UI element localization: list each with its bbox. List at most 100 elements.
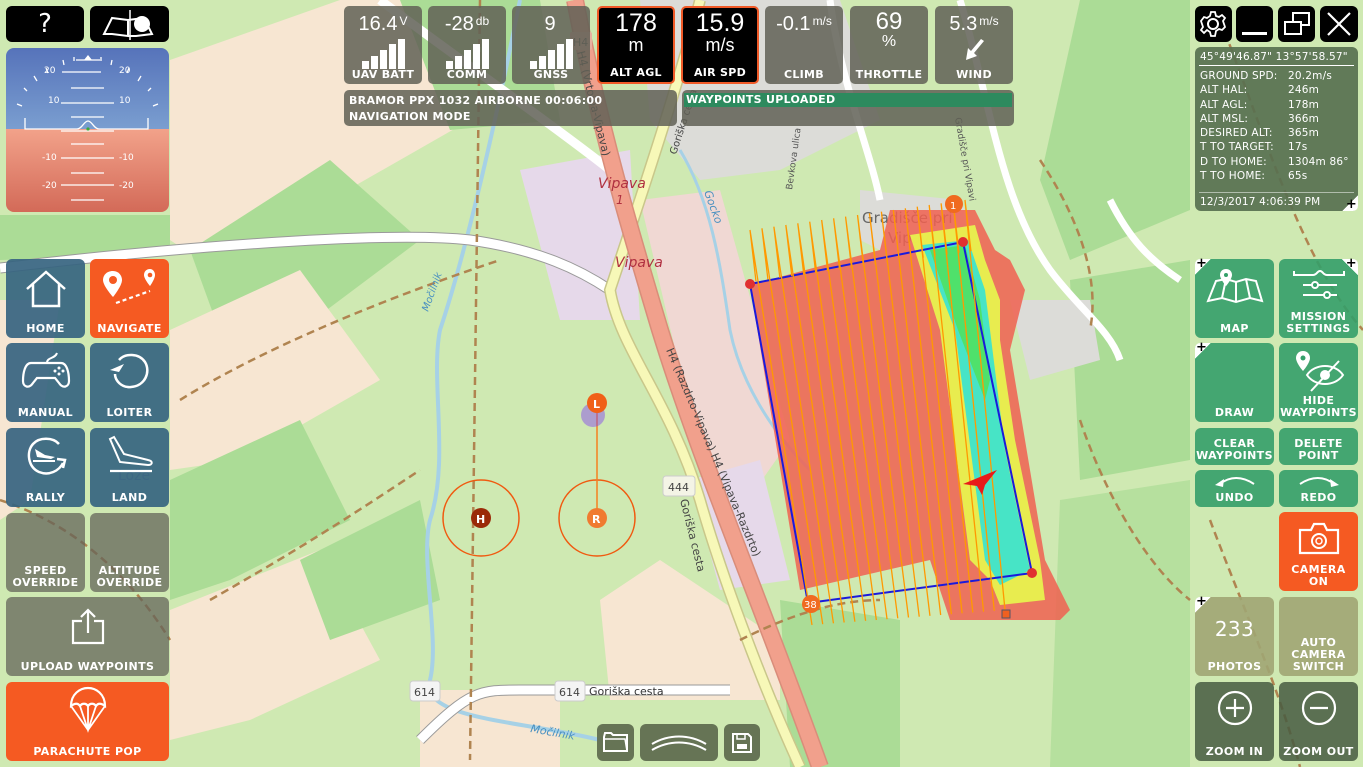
restore-button[interactable] — [1278, 6, 1315, 42]
altitude-override-button[interactable]: ALTITUDE OVERRIDE — [90, 513, 169, 592]
zoom-out-button[interactable]: ZOOM OUT — [1279, 682, 1358, 761]
road-shield-614: 614 — [559, 686, 580, 699]
info-row: DESIRED ALT: 365m — [1200, 126, 1349, 140]
draw-button[interactable]: + DRAW — [1195, 341, 1274, 422]
zoom-out-icon — [1301, 690, 1336, 726]
telemetry-unit: m — [628, 35, 644, 55]
minimize-icon — [1242, 32, 1267, 35]
upload-icon — [71, 608, 104, 645]
manual-button[interactable]: MANUAL — [6, 343, 85, 422]
svg-text:R: R — [592, 513, 601, 526]
telemetry-label: GNSS — [533, 68, 569, 81]
navigate-button[interactable]: NAVIGATE — [90, 259, 169, 338]
telemetry-label: THROTTLE — [855, 68, 923, 81]
settings-button[interactable] — [1195, 6, 1232, 42]
close-button[interactable] — [1320, 6, 1358, 42]
pitch-label: -20 — [42, 181, 57, 191]
zoom-out-label: ZOOM OUT — [1283, 745, 1354, 758]
delete-point-button[interactable]: DELETE POINT — [1279, 428, 1358, 465]
telemetry-wind: 5.3 m/s WIND — [935, 6, 1013, 84]
home-marker: H — [471, 508, 491, 528]
redo-button[interactable]: REDO — [1279, 470, 1358, 507]
rally-label: RALLY — [25, 491, 66, 504]
telemetry-label: CLIMB — [783, 68, 824, 81]
info-value: 366m — [1288, 112, 1320, 125]
zoom-in-icon — [1217, 690, 1252, 726]
expand-icon[interactable]: + — [1195, 595, 1211, 613]
boundary-vertex — [958, 237, 968, 247]
info-table: GROUND SPD: 20.2m/s ALT HAL: 246m ALT AGL: 17… — [1200, 69, 1349, 183]
info-label: ALT MSL: — [1200, 112, 1249, 125]
camera-on-button[interactable]: CAMERA ON — [1279, 512, 1358, 591]
altitude-override-label: OVERRIDE — [96, 576, 163, 589]
gamepad-icon — [21, 352, 70, 388]
expand-panel-button[interactable] — [640, 724, 718, 761]
parachute-pop-button[interactable]: PARACHUTE POP — [6, 682, 169, 761]
clear-waypoints-button[interactable]: CLEAR WAYPOINTS — [1195, 428, 1274, 465]
pitch-label: -10 — [42, 153, 57, 163]
zoom-in-button[interactable]: ZOOM IN — [1195, 682, 1274, 761]
auto-camera-switch-button[interactable]: AUTO CAMERA SWITCH — [1279, 597, 1358, 676]
telemetry-climb: -0.1 m/s CLIMB — [765, 6, 843, 84]
help-button[interactable]: ? — [6, 6, 84, 42]
manual-book-button[interactable] — [90, 6, 169, 42]
undo-icon — [1214, 477, 1255, 487]
hide-waypoints-label: WAYPOINTS — [1280, 406, 1357, 419]
info-value: 20.2m/s — [1288, 70, 1333, 82]
telemetry-unit: V — [399, 14, 408, 28]
open-mission-button[interactable] — [597, 724, 634, 761]
status-panel: BRAMOR PPX 1032 AIRBORNE 00:06:00 NAVIGA… — [344, 90, 677, 126]
info-label: T TO TARGET: — [1200, 141, 1274, 154]
rally-icon — [27, 437, 67, 475]
info-value: 65s — [1288, 170, 1308, 183]
upload-waypoints-label: UPLOAD WAYPOINTS — [20, 660, 155, 673]
camera-icon — [1298, 522, 1339, 555]
telemetry-label: UAV BATT — [351, 68, 415, 81]
home-button[interactable]: HOME — [6, 259, 85, 338]
rally-button[interactable]: RALLY — [6, 428, 85, 507]
navigate-icon — [102, 269, 155, 305]
telemetry-alt-agl: 178 m ALT AGL — [597, 6, 675, 84]
redo-label: REDO — [1300, 491, 1337, 504]
minimize-button[interactable] — [1236, 6, 1273, 42]
info-label: ALT HAL: — [1200, 84, 1248, 97]
save-mission-button[interactable] — [724, 724, 760, 761]
expand-icon[interactable]: + — [1342, 195, 1358, 212]
photos-button[interactable]: + 233 PHOTOS — [1195, 595, 1274, 676]
info-value: 178m — [1288, 98, 1320, 111]
pitch-label: 20 — [44, 66, 56, 76]
gps-coordinates: 45°49'46.87" 13°57'58.57" — [1199, 47, 1354, 66]
map-label-vipava: Vipava — [598, 176, 646, 192]
map-button[interactable]: + MAP — [1195, 257, 1274, 338]
book-globe-icon — [102, 10, 154, 40]
clear-waypoints-label: WAYPOINTS — [1196, 449, 1273, 462]
svg-text:1: 1 — [950, 201, 956, 212]
speed-override-button[interactable]: SPEED OVERRIDE — [6, 513, 85, 592]
info-row: GROUND SPD: 20.2m/s — [1200, 69, 1349, 83]
speed-override-label: OVERRIDE — [12, 576, 79, 589]
info-value: 17s — [1288, 141, 1308, 154]
upload-waypoints-button[interactable]: UPLOAD WAYPOINTS — [6, 597, 169, 676]
info-row: D TO HOME: 1304m 86° — [1200, 155, 1349, 169]
telemetry-value: 9 — [544, 13, 556, 35]
chevron-up-double-icon — [651, 735, 707, 751]
loiter-label: LOITER — [106, 406, 153, 419]
parachute-pop-label: PARACHUTE POP — [33, 745, 142, 758]
info-value: 1304m 86° — [1288, 155, 1349, 168]
telemetry-throttle: 69% THROTTLE — [850, 6, 928, 84]
road-label-goriska: Goriška cesta — [589, 685, 664, 698]
undo-button[interactable]: UNDO — [1195, 470, 1274, 507]
land-button[interactable]: LAND — [90, 428, 169, 507]
message-waypoints-uploaded: WAYPOINTS UPLOADED — [684, 93, 1012, 107]
info-row: ALT HAL: 246m — [1200, 83, 1349, 97]
manual-label: MANUAL — [17, 406, 74, 419]
mission-settings-button[interactable]: + MISSION SETTINGS — [1279, 257, 1358, 338]
home-label: HOME — [26, 322, 65, 335]
boundary-vertex — [1027, 568, 1037, 578]
hide-waypoints-button[interactable]: HIDE WAYPOINTS — [1279, 343, 1358, 422]
pitch-label: 20 — [119, 66, 131, 76]
loiter-button[interactable]: LOITER — [90, 343, 169, 422]
waypoint-first: 1 — [945, 195, 963, 213]
expand-icon[interactable]: + — [1195, 341, 1211, 359]
telemetry-value: -0.1 — [776, 13, 811, 35]
